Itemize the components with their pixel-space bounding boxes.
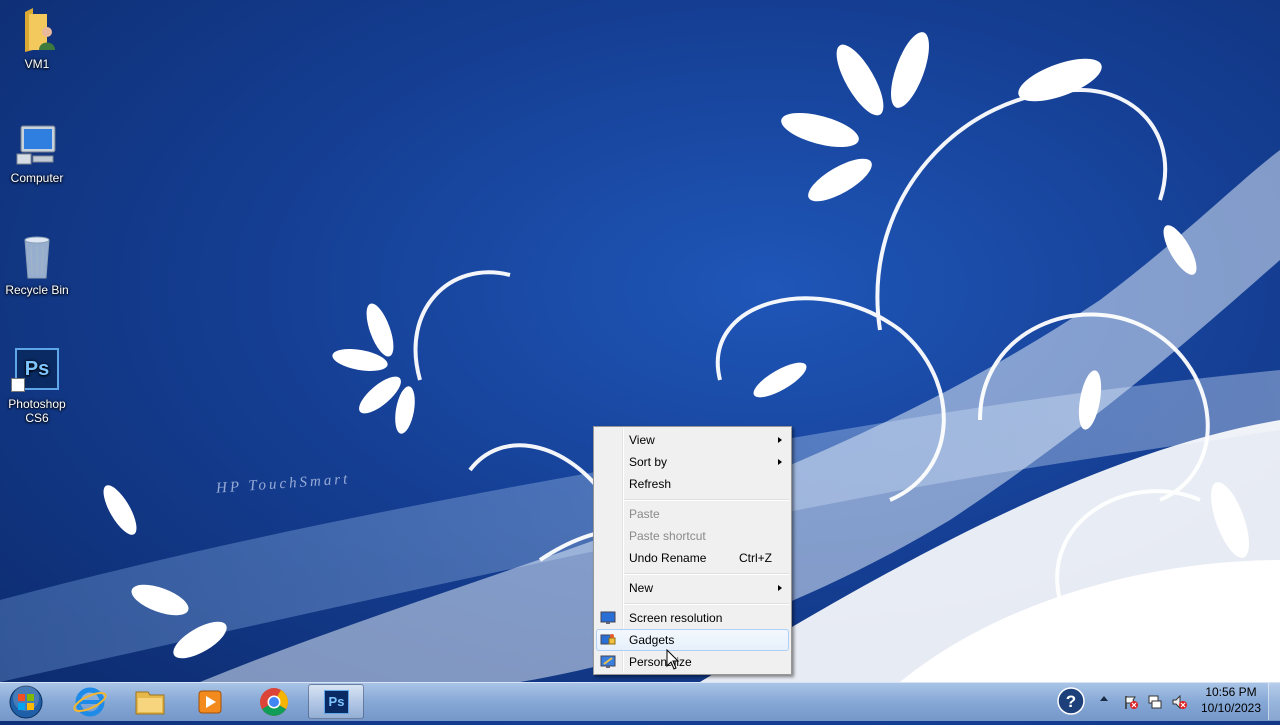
recycle-bin-icon [13, 232, 61, 280]
desktop-icon-computer[interactable]: Computer [0, 120, 74, 185]
taskbar-photoshop[interactable]: Ps [308, 684, 364, 719]
desktop-icon-vm1[interactable]: VM1 [0, 6, 74, 71]
menu-item-label: Sort by [629, 455, 668, 469]
taskbar-file-explorer[interactable] [122, 684, 178, 719]
menu-separator [624, 573, 789, 575]
menu-item-label: Personalize [629, 655, 692, 669]
computer-icon [13, 120, 61, 168]
menu-item-screen-resolution[interactable]: Screen resolution [596, 607, 789, 629]
desktop-icon-label-line1: Photoshop [8, 397, 66, 411]
menu-item-label: View [629, 433, 655, 447]
gadgets-icon [600, 634, 616, 645]
action-center-flag-icon[interactable] [1123, 694, 1139, 710]
mouse-cursor-icon [666, 649, 680, 670]
menu-item-paste[interactable]: Paste [596, 503, 789, 525]
menu-item-sort-by[interactable]: Sort by [596, 451, 789, 473]
volume-muted-icon[interactable] [1171, 694, 1187, 710]
windows-logo-icon [9, 685, 43, 719]
menu-item-new[interactable]: New [596, 577, 789, 599]
folder-icon [135, 691, 165, 715]
menu-item-label: Paste [629, 507, 660, 521]
taskbar-chrome[interactable] [246, 684, 302, 719]
menu-item-label: Paste shortcut [629, 529, 706, 543]
help-icon[interactable]: ? [1056, 686, 1086, 716]
menu-item-shortcut: Ctrl+Z [739, 551, 772, 565]
desktop-icon-label: VM1 [24, 57, 50, 71]
menu-separator [624, 499, 789, 501]
menu-separator [624, 603, 789, 605]
taskbar-media-player[interactable] [182, 684, 238, 719]
menu-item-label: Refresh [629, 477, 672, 491]
menu-item-label: New [629, 581, 654, 595]
personalize-icon [600, 655, 616, 668]
menu-item-label: Undo Rename [629, 551, 707, 565]
show-desktop-button[interactable] [1268, 683, 1280, 720]
taskbar: Ps ? [0, 682, 1280, 721]
submenu-arrow-icon [778, 437, 782, 443]
user-folder-icon [13, 6, 61, 54]
chrome-icon [260, 688, 288, 716]
menu-item-undo-rename[interactable]: Undo Rename Ctrl+Z [596, 547, 789, 569]
desktop-icon-photoshop[interactable]: Ps Photoshop CS6 [0, 346, 74, 425]
menu-item-refresh[interactable]: Refresh [596, 473, 789, 495]
desktop-icon-label-line2: CS6 [25, 411, 49, 425]
show-hidden-icons-chevron-icon[interactable] [1100, 696, 1108, 701]
internet-explorer-icon [73, 687, 107, 717]
start-button[interactable] [6, 684, 46, 720]
menu-item-gadgets[interactable]: Gadgets [596, 629, 789, 651]
desktop-context-menu: View Sort by Refresh Paste Paste shortcu… [593, 426, 792, 675]
svg-text:?: ? [1066, 692, 1076, 711]
desktop-icon-label: Computer [10, 171, 64, 185]
taskbar-internet-explorer[interactable] [62, 684, 118, 719]
menu-item-label: Gadgets [629, 633, 675, 647]
submenu-arrow-icon [778, 585, 782, 591]
network-icon[interactable] [1147, 694, 1163, 710]
shortcut-arrow-icon [11, 378, 25, 392]
photoshop-icon: Ps [11, 346, 61, 394]
menu-item-label: Screen resolution [629, 611, 723, 625]
submenu-arrow-icon [778, 459, 782, 465]
taskbar-clock[interactable]: 10:56 PM 10/10/2023 [1196, 684, 1266, 716]
menu-item-personalize[interactable]: Personalize [596, 651, 789, 673]
monitor-icon [600, 611, 616, 624]
menu-item-paste-shortcut[interactable]: Paste shortcut [596, 525, 789, 547]
media-player-icon [198, 690, 222, 714]
desktop-icon-recycle-bin[interactable]: Recycle Bin [0, 232, 74, 297]
menu-item-view[interactable]: View [596, 429, 789, 451]
desktop-icon-label: Recycle Bin [5, 283, 69, 297]
clock-time: 10:56 PM [1205, 685, 1257, 699]
photoshop-taskbar-icon: Ps [324, 690, 349, 714]
clock-date: 10/10/2023 [1200, 701, 1262, 715]
